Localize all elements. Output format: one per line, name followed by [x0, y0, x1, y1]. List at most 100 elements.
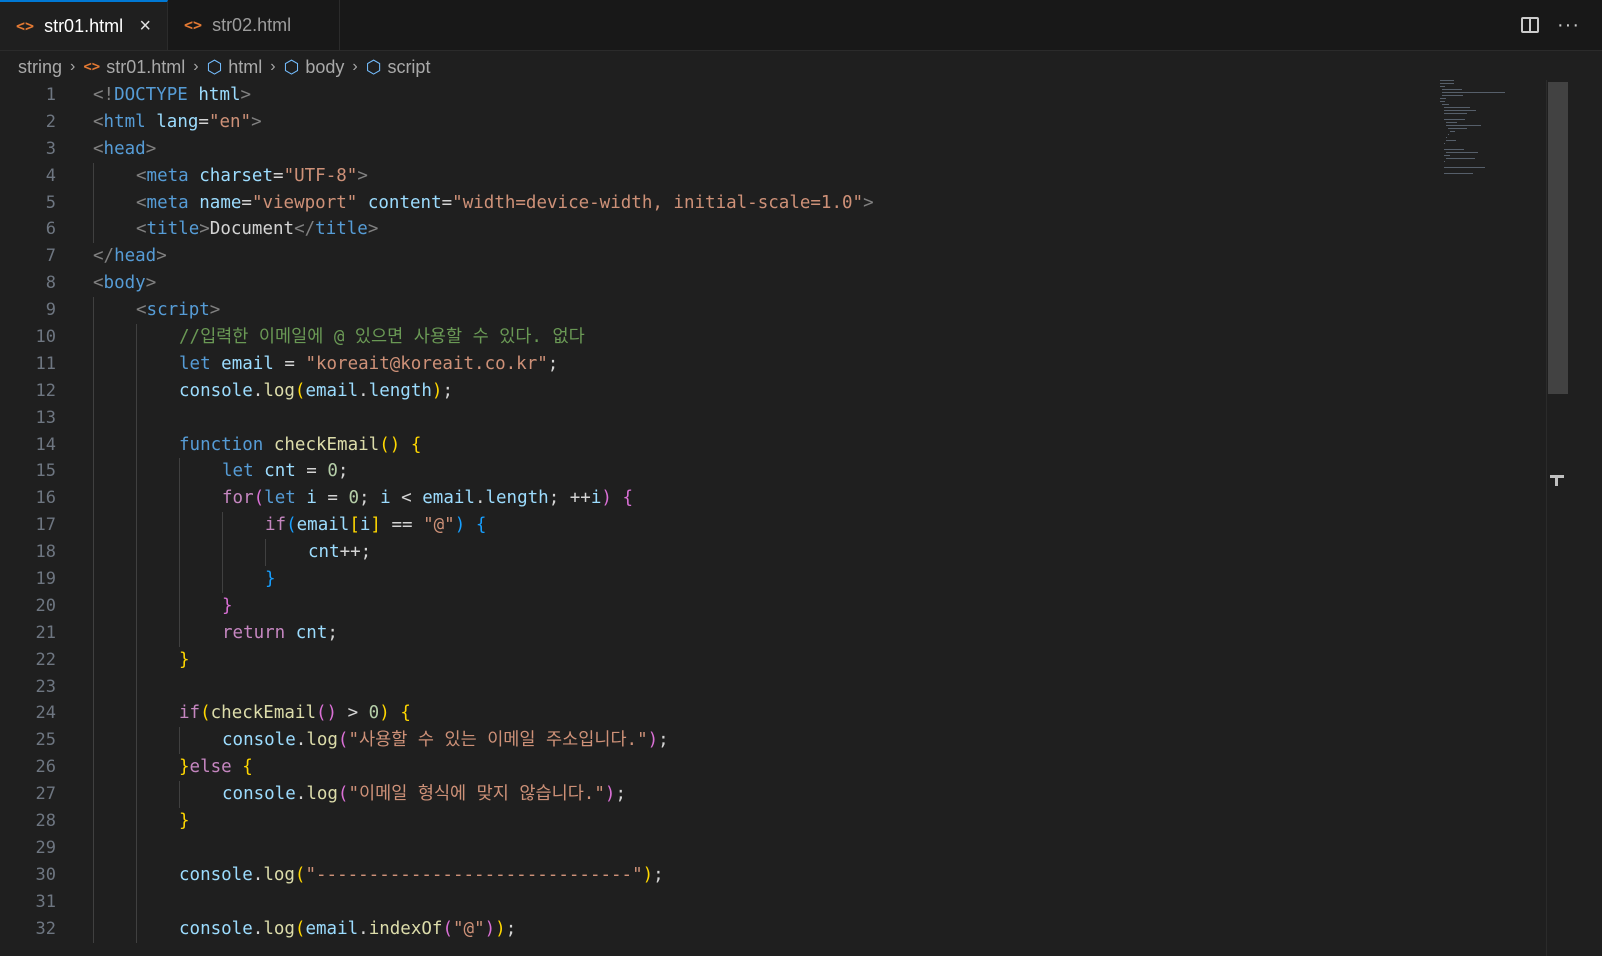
code-line[interactable]: 1 <!DOCTYPE html> — [0, 82, 1430, 109]
code-token: console — [179, 864, 253, 885]
code-line[interactable]: 27 console.log("이메일 형식에 맞지 않습니다."); — [0, 781, 1430, 809]
line-number: 15 — [35, 461, 56, 482]
code-token: console — [222, 784, 296, 805]
code-line[interactable]: 7 </head> — [0, 243, 1430, 270]
code-line[interactable]: 23 — [0, 673, 1430, 701]
code-line[interactable]: 20} — [0, 592, 1430, 620]
code-token: checkEmail — [273, 434, 380, 455]
code-line[interactable]: 13 — [0, 404, 1430, 432]
code-token: > — [357, 165, 368, 186]
code-text: <meta charset="UTF-8"> — [136, 163, 368, 190]
code-editor[interactable]: 1 <!DOCTYPE html> 2 <html lang="en"> 3 <head>… — [0, 82, 1430, 956]
code-token: ) — [431, 380, 443, 401]
code-token: log — [263, 864, 295, 885]
code-token: < — [390, 488, 423, 509]
code-token: html — [103, 111, 146, 132]
code-line[interactable]: 12 console.log(email.length); — [0, 377, 1430, 405]
chevron-right-icon: › — [352, 58, 358, 75]
code-token: = — [241, 192, 252, 213]
indent-guide — [93, 915, 94, 943]
code-token: title — [315, 219, 368, 240]
code-line[interactable]: 25 console.log("사용할 수 있는 이메일 주소입니다."); — [0, 727, 1430, 755]
breadcrumb-item-folder[interactable]: string — [18, 57, 62, 78]
code-token: cnt — [308, 542, 340, 563]
indent-guide — [93, 861, 94, 889]
code-line[interactable]: 30 console.log("-------------------------… — [0, 861, 1430, 889]
indent-guide — [93, 646, 94, 674]
line-number: 26 — [35, 757, 56, 778]
code-text: for(let i = 0; i < email.length; ++i) { — [222, 485, 633, 512]
symbol-element-icon: ⬡ — [365, 56, 382, 77]
indent-guide — [93, 619, 94, 647]
code-line[interactable]: 10 //입력한 이메일에 @ 있으면 사용할 수 있다. 없다 — [0, 324, 1430, 351]
code-line[interactable]: 22} — [0, 646, 1430, 674]
indent-guide — [136, 808, 137, 835]
code-token: ( — [337, 784, 349, 805]
breadcrumb-item-script[interactable]: ⬡ script — [366, 57, 431, 78]
code-token: > — [337, 703, 369, 724]
minimap-line — [1444, 113, 1468, 114]
code-token: if — [265, 515, 287, 536]
breadcrumb-item-file[interactable]: <> str01.html — [83, 57, 185, 78]
code-token: { — [410, 434, 422, 455]
code-line[interactable]: 11 let email = "koreait@koreait.co.kr"; — [0, 350, 1430, 378]
code-line[interactable]: 31 — [0, 888, 1430, 916]
minimap-line — [1446, 122, 1457, 123]
indent-guide — [93, 727, 94, 755]
code-token: < — [136, 219, 147, 240]
code-line[interactable]: 4 <meta charset="UTF-8"> — [0, 162, 1430, 190]
indent-guide — [179, 458, 180, 486]
breadcrumb: string › <> str01.html › ⬡ html › ⬡ body… — [0, 52, 1418, 82]
code-line[interactable]: 32 console.log(email.indexOf("@")); — [0, 915, 1430, 943]
code-token: i — [306, 488, 317, 509]
tab-str01[interactable]: <> str01.html × — [0, 0, 168, 50]
indent-guide — [265, 539, 266, 567]
code-line[interactable]: 9 <script> — [0, 297, 1430, 325]
code-line[interactable]: 26}else { — [0, 754, 1430, 782]
minimap[interactable] — [1436, 80, 1526, 200]
code-line[interactable]: 19} — [0, 566, 1430, 593]
code-line[interactable]: 15 let cnt = 0; — [0, 458, 1430, 486]
scrollbar-thumb[interactable] — [1548, 82, 1568, 394]
code-token: ; — [547, 353, 559, 374]
code-line[interactable]: 5 <meta name="viewport" content="width=de… — [0, 189, 1430, 217]
breadcrumb-item-html[interactable]: ⬡ html — [207, 57, 263, 78]
minimap-line — [1448, 128, 1467, 129]
minimap-line — [1446, 125, 1482, 126]
chevron-right-icon: › — [270, 58, 276, 75]
code-line[interactable]: 18 cnt++; — [0, 539, 1430, 567]
code-line[interactable]: 16 for(let i = 0; i < email.length; ++i) … — [0, 485, 1430, 513]
line-number: 2 — [45, 111, 56, 132]
breadcrumb-item-body[interactable]: ⬡ body — [284, 57, 345, 78]
code-line[interactable]: 6 <title>Document</title> — [0, 216, 1430, 244]
tab-str02[interactable]: <> str02.html — [168, 0, 340, 50]
indent-guide — [179, 485, 180, 513]
code-line[interactable]: 21 return cnt; — [0, 619, 1430, 647]
indent-guide — [93, 458, 94, 486]
code-token: > — [156, 246, 167, 267]
code-line[interactable]: 8 <body> — [0, 270, 1430, 297]
code-token: ) — [454, 515, 466, 536]
code-text: <!DOCTYPE html> — [93, 82, 251, 109]
code-line[interactable]: 29 — [0, 834, 1430, 862]
code-line[interactable]: 14 function checkEmail() { — [0, 431, 1430, 459]
indent-guide — [222, 539, 223, 567]
code-line[interactable]: 17 if(email[i] == "@") { — [0, 512, 1430, 540]
code-line[interactable]: 3 <head> — [0, 136, 1430, 163]
more-actions-icon[interactable]: ··· — [1557, 14, 1580, 37]
code-line[interactable]: 24 if(checkEmail() > 0) { — [0, 700, 1430, 728]
split-editor-icon[interactable] — [1521, 17, 1540, 33]
code-line[interactable]: 28} — [0, 808, 1430, 835]
code-line[interactable]: 2 <html lang="en"> — [0, 109, 1430, 136]
close-icon[interactable]: × — [139, 15, 151, 38]
breadcrumb-label: str01.html — [106, 56, 186, 77]
indent-guide — [136, 324, 137, 351]
editor-actions: ··· — [1521, 0, 1602, 50]
code-text: </head> — [93, 243, 167, 270]
code-token: "viewport" — [251, 192, 358, 213]
minimap-line — [1450, 131, 1456, 132]
line-number: 19 — [35, 569, 56, 590]
